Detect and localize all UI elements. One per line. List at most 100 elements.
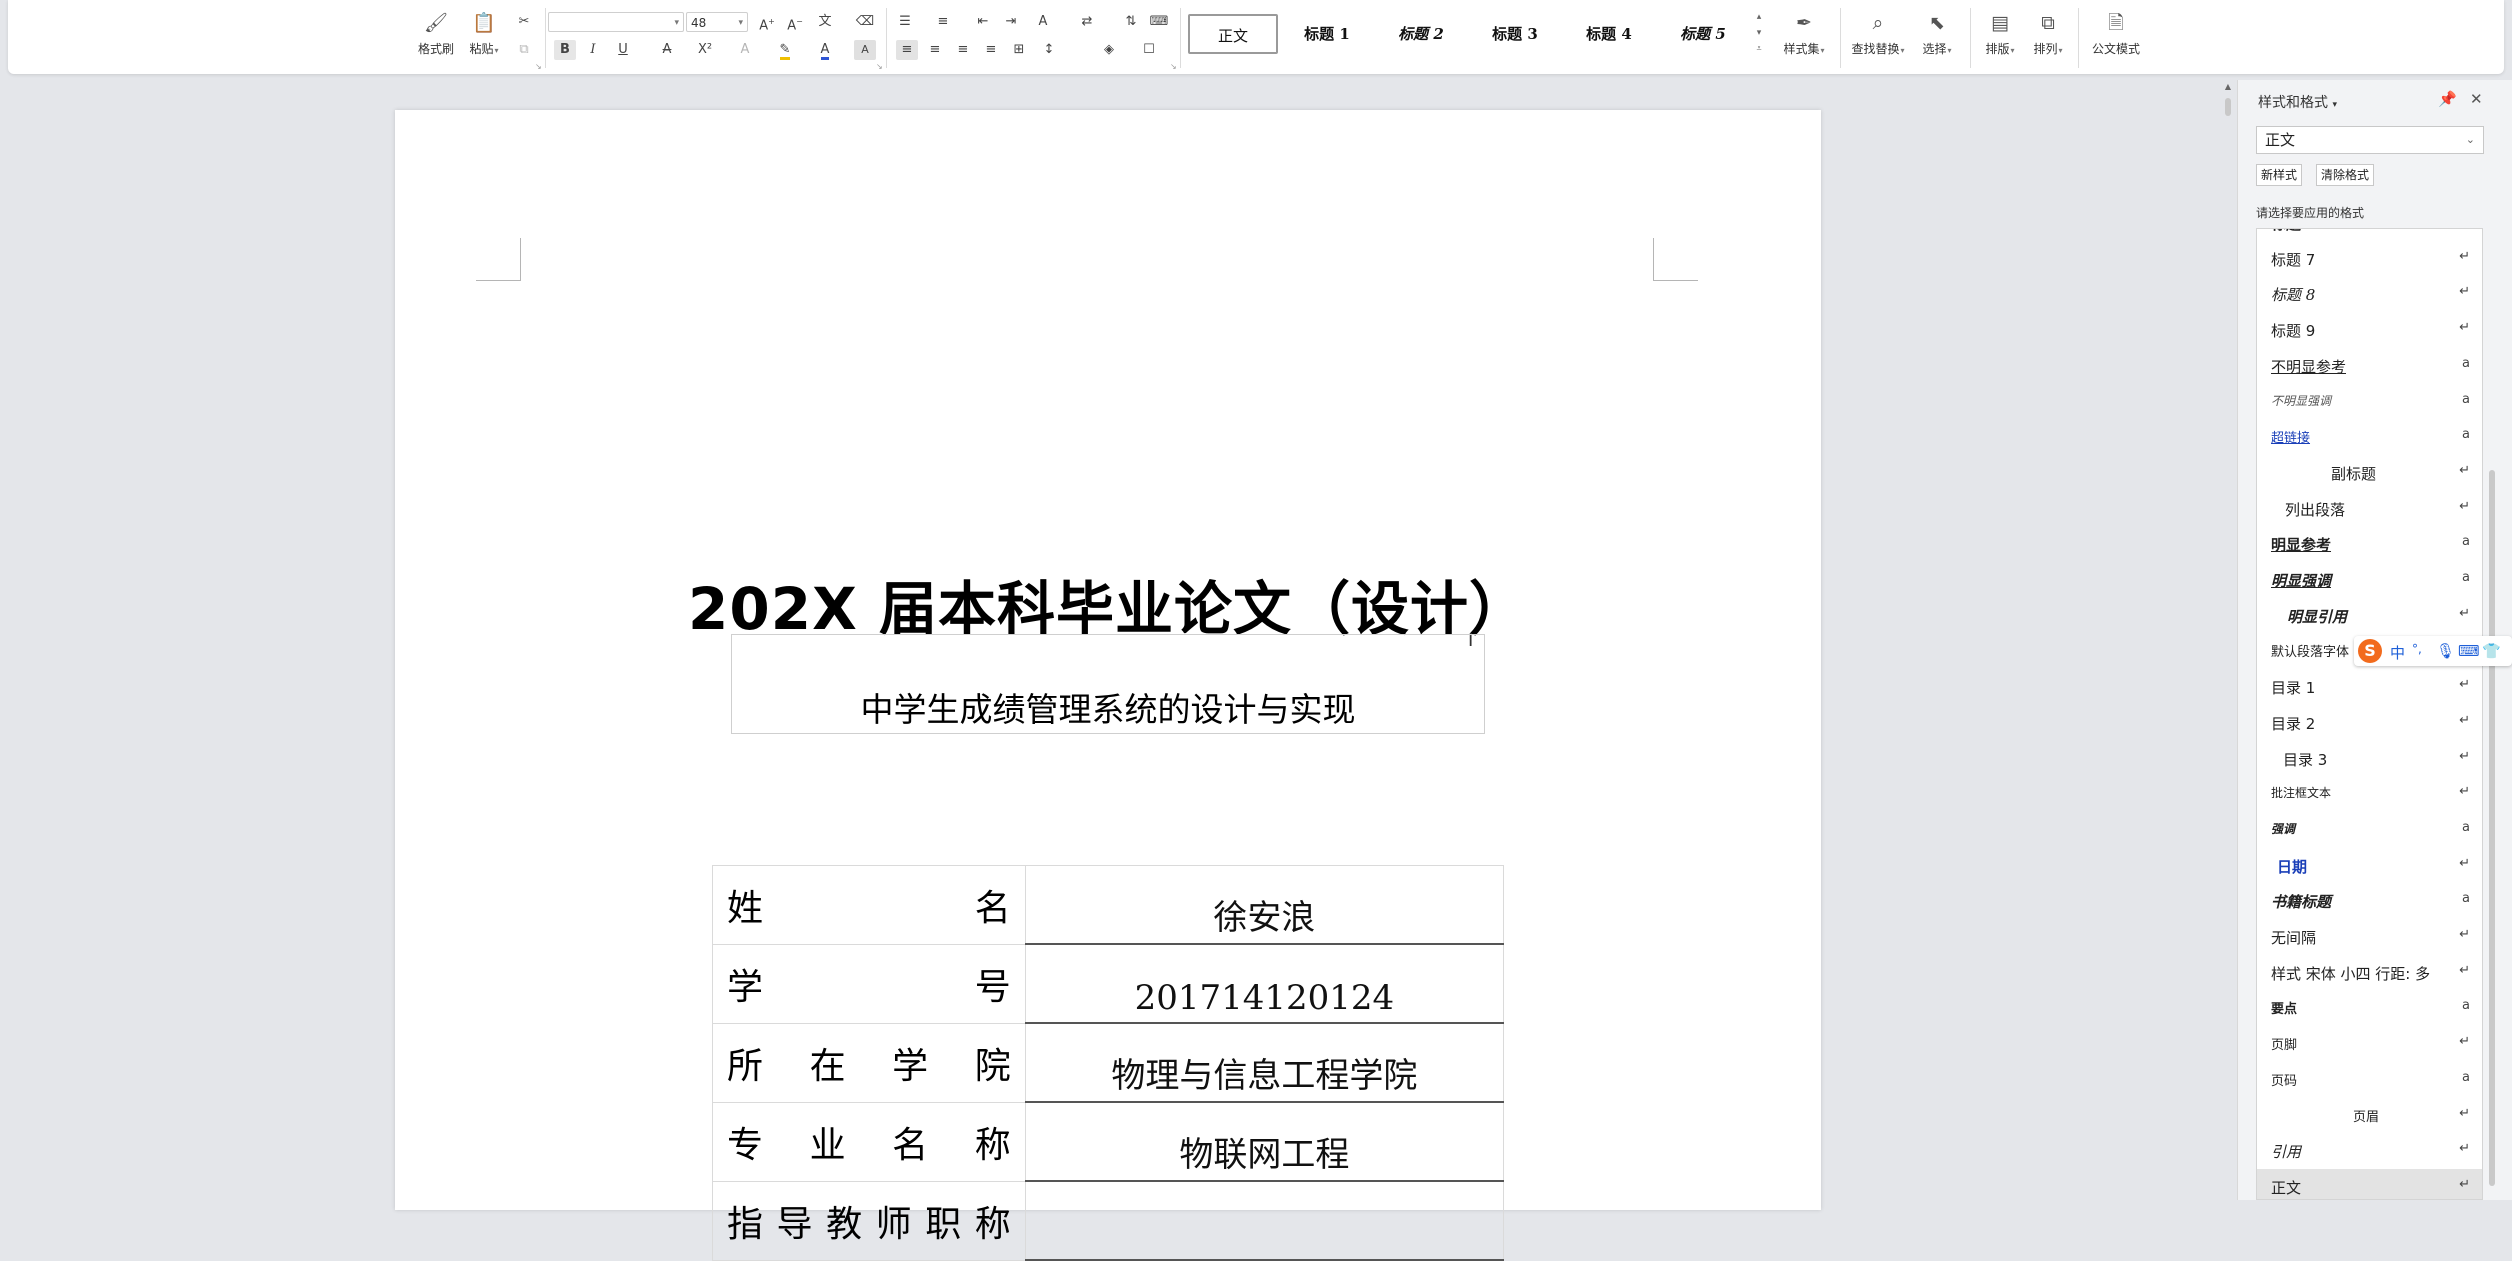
style-list-item[interactable]: 强调 a (2257, 812, 2482, 847)
keyboard-icon[interactable]: ⌨ (2458, 642, 2480, 660)
style-list-item[interactable]: 日期 ↵ (2257, 848, 2482, 883)
style-list-item[interactable]: 列出段落 ↵ (2257, 491, 2482, 526)
char-shading-icon[interactable]: A (854, 40, 876, 60)
document-subtitle[interactable]: 中学生成绩管理系统的设计与实现 (732, 683, 1484, 731)
paste-button[interactable]: 📋 粘贴 (460, 8, 508, 62)
field-value[interactable]: 徐安浪 (1024, 865, 1505, 945)
strikethrough-icon[interactable]: A (656, 40, 678, 60)
style-list-item[interactable]: 目录 3 ↵ (2257, 741, 2482, 776)
field-label[interactable]: 专业名称 (712, 1101, 1026, 1182)
style-heading-3[interactable]: 标题 3 (1470, 14, 1560, 54)
distributed-icon[interactable]: ⊞ (1008, 40, 1030, 60)
style-list-item[interactable]: 无间隔 ↵ (2257, 919, 2482, 954)
borders-icon[interactable]: ☐ (1138, 40, 1160, 60)
style-list-item[interactable]: 页脚 ↵ (2257, 1026, 2482, 1061)
text-effect-icon[interactable]: A (734, 40, 756, 60)
ime-punct[interactable]: °, (2412, 642, 2422, 656)
italic-icon[interactable]: I (582, 40, 604, 60)
style-list-item[interactable]: 目录 2 ↵ (2257, 705, 2482, 740)
current-style-select[interactable]: 正文 ⌄ (2256, 126, 2484, 154)
field-value[interactable]: 201714120124 (1024, 943, 1505, 1024)
gallery-up-icon[interactable]: ▴ (1752, 12, 1766, 22)
scroll-up-icon[interactable]: ▲ (2222, 82, 2234, 91)
field-label[interactable]: 指导教师职称 (712, 1180, 1026, 1261)
underline-icon[interactable]: U (612, 40, 634, 60)
style-list-item[interactable]: 标题 8 ↵ (2257, 276, 2482, 311)
find-replace-button[interactable]: ⌕ 查找替换 (1846, 8, 1910, 62)
new-style-button[interactable]: 新样式 (2256, 164, 2303, 186)
justify-icon[interactable]: ≡ (980, 40, 1002, 60)
shading-icon[interactable]: ◈ (1098, 40, 1120, 60)
style-heading-5[interactable]: 标题 5 (1658, 14, 1748, 54)
scroll-thumb[interactable] (2225, 98, 2231, 116)
style-list-item[interactable]: 样式 宋体 小四 行距: 多 ↵ (2257, 955, 2482, 990)
ime-mode[interactable]: 中 (2390, 642, 2405, 663)
numbering-icon[interactable]: ≡ (932, 12, 954, 32)
style-list-item[interactable]: 明显强调 a (2257, 562, 2482, 597)
style-list-item[interactable]: 页眉 ↵ (2257, 1098, 2482, 1133)
style-normal[interactable]: 正文 (1188, 14, 1278, 54)
style-set-button[interactable]: ✒ 样式集 (1774, 8, 1834, 62)
font-name-combo[interactable]: ▾ (548, 12, 684, 32)
style-list-item[interactable]: 标题 9 ↵ (2257, 312, 2482, 347)
style-heading-1[interactable]: 标题 1 (1282, 14, 1372, 54)
phonetic-guide-icon[interactable]: 文 (814, 12, 836, 32)
style-list-item[interactable]: 要点 a (2257, 990, 2482, 1025)
field-label[interactable]: 所在学院 (712, 1022, 1026, 1103)
cut-icon[interactable]: ✂ (513, 12, 535, 32)
ime-logo-icon[interactable]: S (2358, 639, 2382, 663)
chinese-layout-icon[interactable]: A (1032, 12, 1054, 32)
highlight-icon[interactable]: ✎ (774, 40, 796, 60)
align-center-icon[interactable]: ≡ (924, 40, 946, 60)
align-right-icon[interactable]: ≡ (952, 40, 974, 60)
align-left-icon[interactable]: ≡ (896, 40, 918, 60)
field-label[interactable]: 姓名 (712, 865, 1026, 945)
layout-button[interactable]: ▤ 排版 (1976, 8, 2024, 62)
style-list-item[interactable]: 书籍标题 a (2257, 883, 2482, 918)
field-value[interactable]: 物理与信息工程学院 (1024, 1022, 1505, 1103)
shrink-font-icon[interactable]: A− (784, 12, 806, 33)
line-spacing-icon[interactable]: ↕ (1038, 40, 1060, 60)
style-heading-4[interactable]: 标题 4 (1564, 14, 1654, 54)
style-list-item[interactable]: 标题 7 ↵ (2257, 241, 2482, 276)
gallery-more-icon[interactable]: ⩡ (1752, 44, 1766, 54)
font-color-icon[interactable]: A (814, 40, 836, 60)
clear-format-icon[interactable]: ⌫ (854, 12, 876, 32)
pane-scroll-thumb[interactable] (2489, 470, 2495, 1186)
font-launcher-icon[interactable]: ↘ (876, 62, 883, 71)
document-scrollbar[interactable]: ▲ (2222, 82, 2234, 1200)
copy-icon[interactable]: ⧉ (513, 40, 535, 60)
bullets-icon[interactable]: ☰ (894, 12, 916, 32)
field-label[interactable]: 学号 (712, 943, 1026, 1024)
style-list-item[interactable]: 超链接 a (2257, 419, 2482, 454)
style-list-item[interactable]: 页码 a (2257, 1062, 2482, 1097)
official-mode-button[interactable]: 🗎 公文模式 (2084, 8, 2148, 62)
format-painter-button[interactable]: 🖌 格式刷 (412, 8, 460, 62)
style-list-item[interactable]: 明显引用 ↵ (2257, 598, 2482, 633)
grow-font-icon[interactable]: A+ (756, 12, 778, 33)
close-icon[interactable]: ✕ (2470, 90, 2483, 108)
font-size-combo[interactable]: 48 ▾ (686, 12, 748, 32)
arrange-button[interactable]: ⧉ 排列 (2024, 8, 2072, 62)
style-list-item[interactable]: 不明显参考 a (2257, 348, 2482, 383)
style-list-item[interactable]: 引用 ↵ (2257, 1133, 2482, 1168)
field-value[interactable] (1024, 1180, 1505, 1261)
pin-icon[interactable]: 📌 (2438, 90, 2457, 108)
bold-icon[interactable]: B (554, 40, 576, 60)
select-button[interactable]: ⬉ 选择 (1912, 8, 1962, 62)
ime-toolbar[interactable]: S 中 °, 🎙 ⌨ 👕 (2354, 636, 2512, 666)
increase-indent-icon[interactable]: ⇥ (1000, 12, 1022, 32)
superscript-icon[interactable]: X² (694, 40, 716, 60)
gallery-down-icon[interactable]: ▾ (1752, 28, 1766, 38)
style-list-item[interactable]: 标题 6↵ (2257, 229, 2482, 240)
style-heading-2[interactable]: 标题 2 (1376, 14, 1466, 54)
paragraph-launcher-icon[interactable]: ↘ (1170, 62, 1177, 71)
style-list-item[interactable]: 目录 1 ↵ (2257, 669, 2482, 704)
text-direction-icon[interactable]: ⇄ (1076, 12, 1098, 32)
show-marks-icon[interactable]: ⌨ (1148, 12, 1170, 32)
skin-icon[interactable]: 👕 (2482, 642, 2501, 660)
style-list-item[interactable]: 不明显强调 a (2257, 384, 2482, 419)
style-list-item[interactable]: 副标题 ↵ (2257, 455, 2482, 490)
microphone-icon[interactable]: 🎙 (2436, 642, 2455, 660)
pane-title[interactable]: 样式和格式 ▾ (2258, 92, 2337, 112)
